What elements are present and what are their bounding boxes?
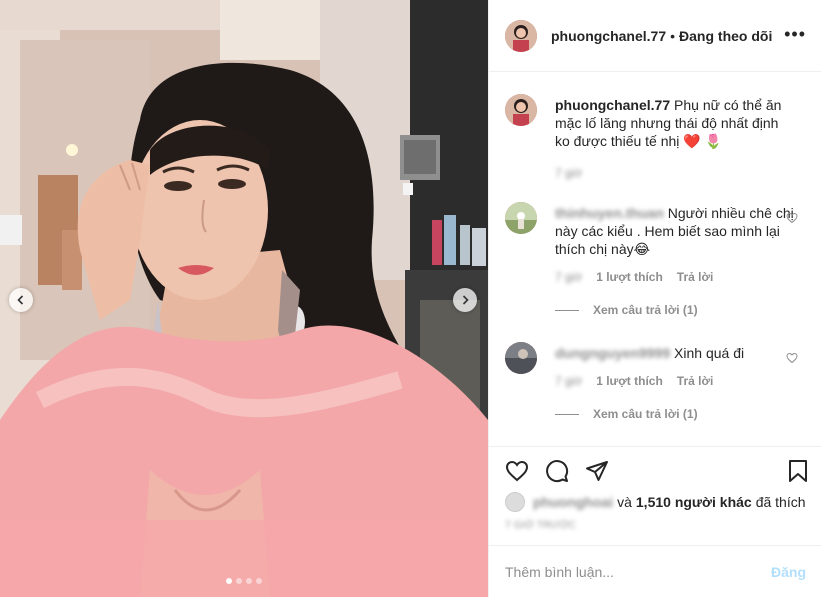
likes-connector: và [617, 494, 632, 510]
likes-suffix: đã thích [755, 494, 806, 510]
share-icon[interactable] [585, 459, 609, 483]
likes-summary: phuonghoai và 1,510 người khác đã thích [505, 492, 806, 512]
comment-meta: 7 giờ 1 lượt thích Trả lời [555, 270, 713, 284]
comment-input[interactable]: Thêm bình luận... [505, 564, 771, 580]
carousel-indicator [0, 578, 488, 584]
carousel-dot [236, 578, 242, 584]
comment-like-count[interactable]: 1 lượt thích [596, 374, 663, 388]
chevron-left-icon [17, 295, 24, 305]
comment-text-block: thinhuyen.thuan Người nhiều chê chị này … [555, 204, 795, 258]
caption-time: 7 giờ [555, 166, 583, 180]
commenter-avatar[interactable] [505, 342, 537, 374]
liker-avatar[interactable] [505, 492, 525, 512]
view-replies-button[interactable]: Xem câu trả lời (1) [555, 303, 698, 317]
separator-dot: • [670, 27, 676, 44]
view-replies-label: Xem câu trả lời (1) [593, 303, 698, 317]
caption-avatar[interactable] [505, 94, 537, 126]
replies-line [555, 309, 579, 311]
commenter-avatar[interactable] [505, 202, 537, 234]
author-username[interactable]: phuongchanel.77 [551, 28, 666, 44]
carousel-dot [256, 578, 262, 584]
comment-text: Xinh quá đi [674, 345, 745, 361]
comment-meta: 7 giờ 1 lượt thích Trả lời [555, 374, 713, 388]
liker-username[interactable]: phuonghoai [533, 494, 613, 510]
post-timestamp[interactable]: 7 GIỜ TRƯỚC [505, 520, 576, 531]
view-replies-button[interactable]: Xem câu trả lời (1) [555, 407, 698, 421]
carousel-dot [226, 578, 232, 584]
instagram-post: phuongchanel.77 • Đang theo dõi ••• phuo… [0, 0, 821, 597]
post-header: phuongchanel.77 • Đang theo dõi ••• [489, 0, 821, 72]
following-button[interactable]: Đang theo dõi [679, 28, 772, 44]
comment-time: 7 giờ [555, 270, 583, 284]
comment-username[interactable]: thinhuyen.thuan [555, 205, 664, 221]
comment-username[interactable]: dungnguyen9999 [555, 345, 670, 361]
selfie-image [0, 0, 488, 597]
like-comment-heart-icon[interactable] [786, 352, 798, 364]
comments-section: phuongchanel.77 Phụ nữ có thể ăn mặc lố … [489, 72, 821, 446]
chevron-right-icon [462, 295, 469, 305]
caption-meta: 7 giờ [555, 166, 582, 180]
comment-like-count[interactable]: 1 lượt thích [596, 270, 663, 284]
next-slide-button[interactable] [453, 288, 477, 312]
bookmark-icon[interactable] [786, 459, 810, 483]
reply-button[interactable]: Trả lời [677, 374, 714, 388]
comment-time: 7 giờ [555, 374, 583, 388]
like-comment-heart-icon[interactable] [786, 212, 798, 224]
post-comment-button[interactable]: Đăng [771, 564, 806, 580]
carousel-dot [246, 578, 252, 584]
replies-line [555, 413, 579, 415]
action-bar [489, 446, 821, 492]
more-options-icon[interactable]: ••• [784, 25, 806, 43]
view-replies-label: Xem câu trả lời (1) [593, 407, 698, 421]
heart-icon[interactable] [505, 459, 529, 483]
post-photo[interactable] [0, 0, 488, 597]
reply-button[interactable]: Trả lời [677, 270, 714, 284]
previous-slide-button[interactable] [9, 288, 33, 312]
comment-text-block: dungnguyen9999 Xinh quá đi [555, 344, 795, 362]
likes-others-link[interactable]: 1,510 người khác [636, 494, 752, 510]
add-comment-bar: Thêm bình luận... Đăng [489, 545, 821, 597]
author-avatar[interactable] [505, 19, 537, 52]
comment-icon[interactable] [545, 459, 569, 483]
post-side-panel: phuongchanel.77 • Đang theo dõi ••• phuo… [488, 0, 821, 597]
caption-text-block: phuongchanel.77 Phụ nữ có thể ăn mặc lố … [555, 96, 795, 150]
caption-username[interactable]: phuongchanel.77 [555, 97, 670, 113]
